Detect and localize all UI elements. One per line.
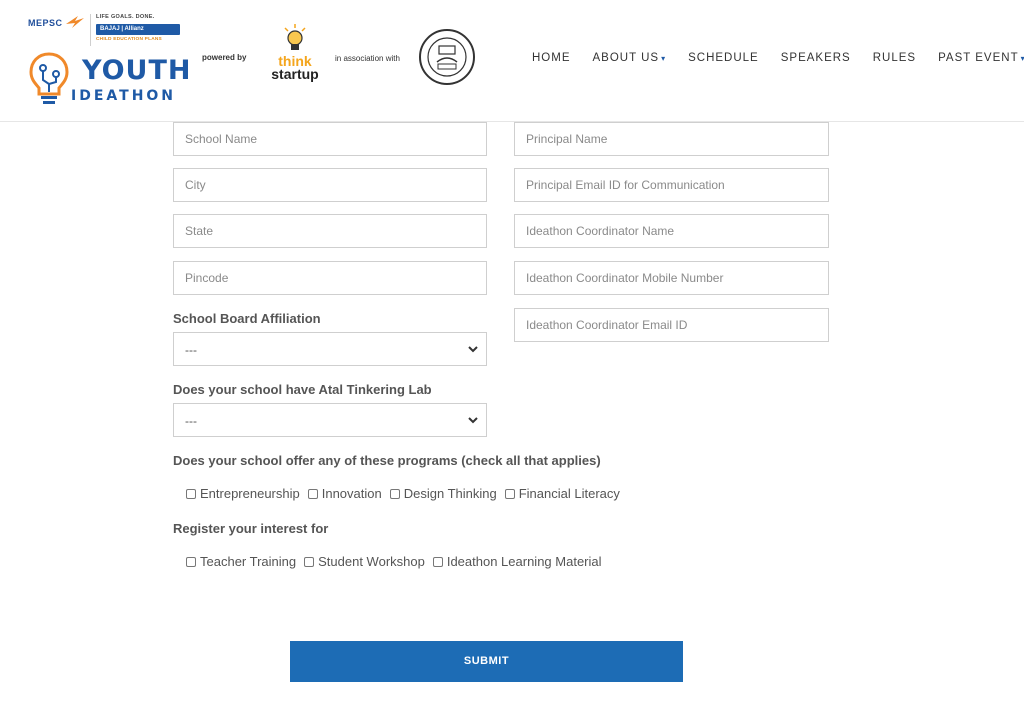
checkbox-box[interactable] (389, 488, 400, 499)
board-select[interactable]: --- (173, 332, 487, 366)
cbse-emblem-icon (419, 29, 475, 85)
principal-email-input[interactable] (515, 169, 828, 201)
interest-checkbox-group: Teacher Training Student Workshop Ideath… (186, 554, 610, 569)
city-input[interactable] (174, 169, 486, 201)
city-field[interactable] (173, 168, 487, 202)
caret-down-icon: ▾ (661, 54, 667, 63)
pincode-input[interactable] (174, 262, 486, 294)
checkbox-entrepreneurship[interactable]: Entrepreneurship (186, 486, 300, 501)
checkbox-financial-literacy[interactable]: Financial Literacy (504, 486, 620, 501)
state-field[interactable] (173, 214, 487, 248)
checkbox-student-workshop[interactable]: Student Workshop (304, 554, 425, 569)
powered-by-text: powered by (202, 53, 247, 62)
submit-button[interactable]: SUBMIT (290, 641, 683, 682)
checkbox-box[interactable] (504, 488, 515, 499)
checkbox-learning-material[interactable]: Ideathon Learning Material (432, 554, 602, 569)
child-plans-text: CHILD EDUCATION PLANS (96, 37, 162, 42)
nav-schedule[interactable]: SCHEDULE (688, 52, 759, 64)
coordinator-name-input[interactable] (515, 215, 828, 247)
nav-past-event[interactable]: PAST EVENT ▾ (938, 52, 1024, 64)
think-startup-logo: think startup (262, 24, 328, 90)
in-association-text: in association with (335, 54, 400, 63)
logo-divider (90, 14, 91, 46)
checkbox-box[interactable] (186, 556, 196, 567)
pincode-field[interactable] (173, 261, 487, 295)
principal-name-field[interactable] (514, 122, 829, 156)
interest-label: Register your interest for (173, 521, 329, 536)
caret-down-icon: ▾ (1020, 54, 1024, 63)
principal-email-field[interactable] (514, 168, 829, 202)
main-nav: HOME ABOUT US ▾ SCHEDULE SPEAKERS RULES P… (532, 52, 1024, 64)
site-header: MEPSC LIFE GOALS. DONE. BAJAJ | Allianz … (0, 0, 1024, 122)
coordinator-mobile-input[interactable] (515, 262, 828, 294)
chevron-down-icon (468, 417, 478, 424)
school-name-input[interactable] (174, 123, 486, 155)
nav-speakers[interactable]: SPEAKERS (781, 52, 851, 64)
nav-rules[interactable]: RULES (873, 52, 916, 64)
principal-name-input[interactable] (515, 123, 828, 155)
chevron-down-icon (468, 346, 478, 353)
coordinator-mobile-field[interactable] (514, 261, 829, 295)
youth-ideathon-logo[interactable]: MEPSC LIFE GOALS. DONE. BAJAJ | Allianz … (26, 12, 190, 112)
life-goals-text: LIFE GOALS. DONE. (96, 14, 155, 20)
atl-select-value: --- (185, 414, 197, 428)
atl-label: Does your school have Atal Tinkering Lab (173, 382, 432, 397)
checkbox-box[interactable] (307, 488, 318, 499)
mepsc-arrow-icon (66, 16, 84, 28)
bulb-logo-icon (29, 52, 69, 104)
coordinator-name-field[interactable] (514, 214, 829, 248)
nav-about-us[interactable]: ABOUT US ▾ (593, 52, 667, 64)
checkbox-box[interactable] (304, 556, 315, 567)
board-label: School Board Affiliation (173, 311, 321, 326)
ideathon-text: IDEATHON (71, 88, 177, 104)
coordinator-email-input[interactable] (515, 309, 828, 341)
bajaj-allianz-logo: BAJAJ | Allianz (96, 24, 180, 35)
nav-home[interactable]: HOME (532, 52, 571, 64)
lightbulb-icon (284, 24, 306, 50)
checkbox-teacher-training[interactable]: Teacher Training (186, 554, 296, 569)
state-input[interactable] (174, 215, 486, 247)
startup-text: startup (271, 66, 319, 82)
board-select-value: --- (185, 343, 197, 357)
youth-text: YOUTH (82, 55, 192, 86)
checkbox-innovation[interactable]: Innovation (307, 486, 382, 501)
coordinator-email-field[interactable] (514, 308, 829, 342)
school-name-field[interactable] (173, 122, 487, 156)
programs-label: Does your school offer any of these prog… (173, 453, 601, 468)
programs-checkbox-group: Entrepreneurship Innovation Design Think… (186, 486, 628, 501)
checkbox-box[interactable] (186, 488, 196, 499)
checkbox-box[interactable] (432, 556, 443, 567)
atl-select[interactable]: --- (173, 403, 487, 437)
mepsc-logo-text: MEPSC (28, 18, 63, 28)
checkbox-design-thinking[interactable]: Design Thinking (389, 486, 497, 501)
